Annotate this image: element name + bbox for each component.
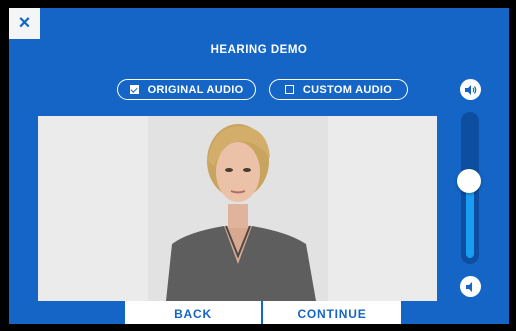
original-audio-label: ORIGINAL AUDIO [147,83,244,96]
presenter-video-frame [38,116,437,301]
volume-up-button[interactable] [460,79,481,100]
custom-audio-label: CUSTOM AUDIO [302,83,393,96]
custom-audio-toggle[interactable]: CUSTOM AUDIO [269,79,408,100]
close-icon: × [18,12,31,34]
checkbox-empty-icon [284,85,294,94]
checkbox-checked-icon [129,85,139,94]
original-audio-toggle[interactable]: ORIGINAL AUDIO [117,79,256,100]
continue-button[interactable]: CONTINUE [263,301,401,324]
hearing-demo-screen: × HEARING DEMO ORIGINAL AUDIO CUSTOM AUD… [9,8,509,324]
video-player[interactable] [38,116,437,301]
volume-down-button[interactable] [460,276,481,297]
back-button[interactable]: BACK [125,301,261,324]
volume-down-icon [465,281,472,292]
volume-up-icon [464,84,476,95]
page-title: HEARING DEMO [210,44,308,56]
volume-slider-thumb[interactable] [457,169,481,193]
close-button[interactable]: × [9,8,40,39]
